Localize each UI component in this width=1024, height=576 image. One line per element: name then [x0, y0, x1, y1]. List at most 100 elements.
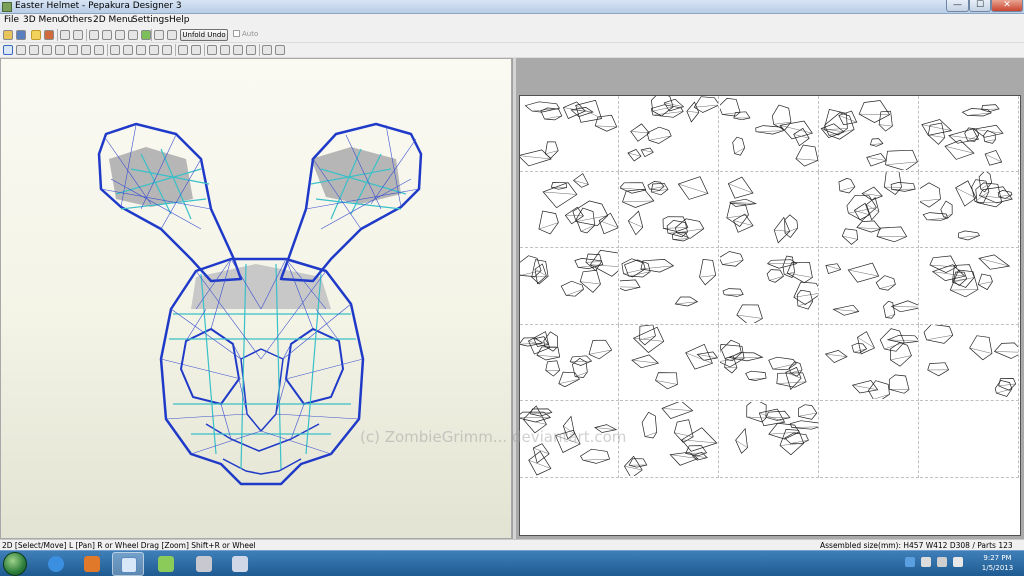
- menu-settings[interactable]: Settings: [132, 15, 169, 25]
- unfolded-parts[interactable]: [920, 96, 1018, 170]
- fold-line: [558, 379, 580, 385]
- texture-icon[interactable]: [31, 30, 41, 40]
- part-outline: [825, 263, 842, 274]
- taskbar-notepad[interactable]: [150, 552, 182, 576]
- refresh-icon[interactable]: [275, 45, 285, 55]
- taskbar-calculator[interactable]: [224, 552, 256, 576]
- save-icon[interactable]: [16, 30, 26, 40]
- fold-line: [776, 381, 807, 384]
- unfolded-parts[interactable]: [620, 324, 719, 399]
- unfolded-parts[interactable]: [920, 249, 1018, 323]
- rotate-icon[interactable]: [29, 45, 39, 55]
- part-outline: [681, 426, 718, 452]
- unfolded-parts[interactable]: [520, 172, 619, 246]
- network-icon[interactable]: [937, 557, 947, 567]
- menu-others[interactable]: Others: [62, 15, 92, 25]
- pointer-icon[interactable]: [16, 45, 26, 55]
- menu-3d[interactable]: 3D Menu: [23, 15, 63, 25]
- part-outline: [560, 280, 585, 297]
- pan-icon[interactable]: [149, 45, 159, 55]
- fold-icon[interactable]: [115, 30, 125, 40]
- print-icon[interactable]: [178, 45, 188, 55]
- part-outline: [795, 144, 819, 167]
- align-center-icon[interactable]: [220, 45, 230, 55]
- print-page: [920, 324, 1024, 402]
- 2d-layout-pane[interactable]: (c) ZombieGrimm... deviantart.com: [360, 58, 1024, 539]
- unfolded-parts[interactable]: [615, 249, 718, 323]
- join-icon[interactable]: [128, 30, 138, 40]
- unfolded-parts[interactable]: [718, 325, 818, 399]
- 3d-view-pane[interactable]: [0, 58, 512, 539]
- cut-icon[interactable]: [94, 45, 104, 55]
- align-left-icon[interactable]: [207, 45, 217, 55]
- measure-icon[interactable]: [55, 45, 65, 55]
- fit-icon[interactable]: [136, 45, 146, 55]
- grid-icon[interactable]: [162, 45, 172, 55]
- pencil-icon[interactable]: [89, 30, 99, 40]
- unfolded-parts[interactable]: [720, 398, 820, 476]
- unfolded-parts[interactable]: [820, 325, 921, 402]
- unfolded-parts[interactable]: [718, 249, 823, 326]
- volume-icon[interactable]: [953, 557, 963, 567]
- flap-icon[interactable]: [81, 45, 91, 55]
- print-page: [615, 248, 719, 325]
- select-icon[interactable]: [3, 45, 13, 55]
- taskbar-disk[interactable]: [188, 552, 220, 576]
- unfolded-parts[interactable]: [620, 93, 720, 170]
- page-icon[interactable]: [191, 45, 201, 55]
- open-icon[interactable]: [3, 30, 13, 40]
- clock-time: 9:27 PM: [983, 554, 1012, 562]
- part-outline: [890, 182, 916, 193]
- cube-icon[interactable]: [102, 30, 112, 40]
- zoom-in-icon[interactable]: [110, 45, 120, 55]
- unfolded-parts[interactable]: [720, 172, 818, 246]
- unfolded-parts[interactable]: [515, 249, 624, 323]
- unfolded-parts[interactable]: [620, 400, 718, 479]
- helmet-3d-model[interactable]: [1, 59, 513, 540]
- help-icon[interactable]: [905, 557, 915, 567]
- align-right-icon[interactable]: [233, 45, 243, 55]
- unfolded-parts[interactable]: [517, 96, 618, 170]
- unfolded-parts[interactable]: [619, 172, 718, 246]
- unfolded-parts[interactable]: [820, 96, 918, 171]
- menu-help[interactable]: Help: [169, 15, 190, 25]
- part-outline: [984, 149, 1003, 166]
- redo-icon[interactable]: [73, 30, 83, 40]
- unfolded-parts[interactable]: [820, 249, 925, 323]
- zoom-out-icon[interactable]: [123, 45, 133, 55]
- part-outline: [847, 262, 880, 283]
- minimize-button[interactable]: —: [946, 0, 969, 12]
- unfold-undo-button[interactable]: Unfold Undo: [180, 29, 228, 41]
- title-bar: Easter Helmet - Pepakura Designer 3 — ☐ …: [0, 0, 1024, 14]
- taskbar-ie[interactable]: [40, 552, 72, 576]
- unfolded-parts[interactable]: [820, 171, 918, 246]
- print-page: [920, 248, 1019, 325]
- flag-icon[interactable]: [921, 557, 931, 567]
- menu-file[interactable]: File: [4, 15, 19, 25]
- taskbar-pepakura[interactable]: [112, 552, 144, 576]
- text-icon[interactable]: [68, 45, 78, 55]
- part-outline: [558, 371, 581, 388]
- color-icon[interactable]: [44, 30, 54, 40]
- maximize-button[interactable]: ☐: [969, 0, 991, 12]
- align-top-icon[interactable]: [246, 45, 256, 55]
- start-button[interactable]: [3, 552, 27, 576]
- fold-line: [921, 124, 952, 131]
- unfolded-parts[interactable]: [919, 170, 1018, 246]
- undo-icon[interactable]: [60, 30, 70, 40]
- taskbar-media[interactable]: [76, 552, 108, 576]
- unfolded-parts[interactable]: [718, 96, 819, 170]
- close-button[interactable]: ✕: [991, 0, 1023, 12]
- clock[interactable]: 9:27 PM 1/5/2013: [975, 553, 1020, 573]
- tab-icon[interactable]: [141, 30, 151, 40]
- frame-icon[interactable]: [167, 30, 177, 40]
- window-icon[interactable]: [154, 30, 164, 40]
- unfolded-parts[interactable]: [920, 324, 1024, 399]
- part-outline: [641, 411, 658, 438]
- edge-icon[interactable]: [42, 45, 52, 55]
- unfolded-parts[interactable]: [518, 325, 618, 399]
- auto-checkbox[interactable]: Auto: [233, 30, 258, 38]
- part-outline: [784, 214, 799, 239]
- menu-2d[interactable]: 2D Menu: [93, 15, 133, 25]
- find-icon[interactable]: [262, 45, 272, 55]
